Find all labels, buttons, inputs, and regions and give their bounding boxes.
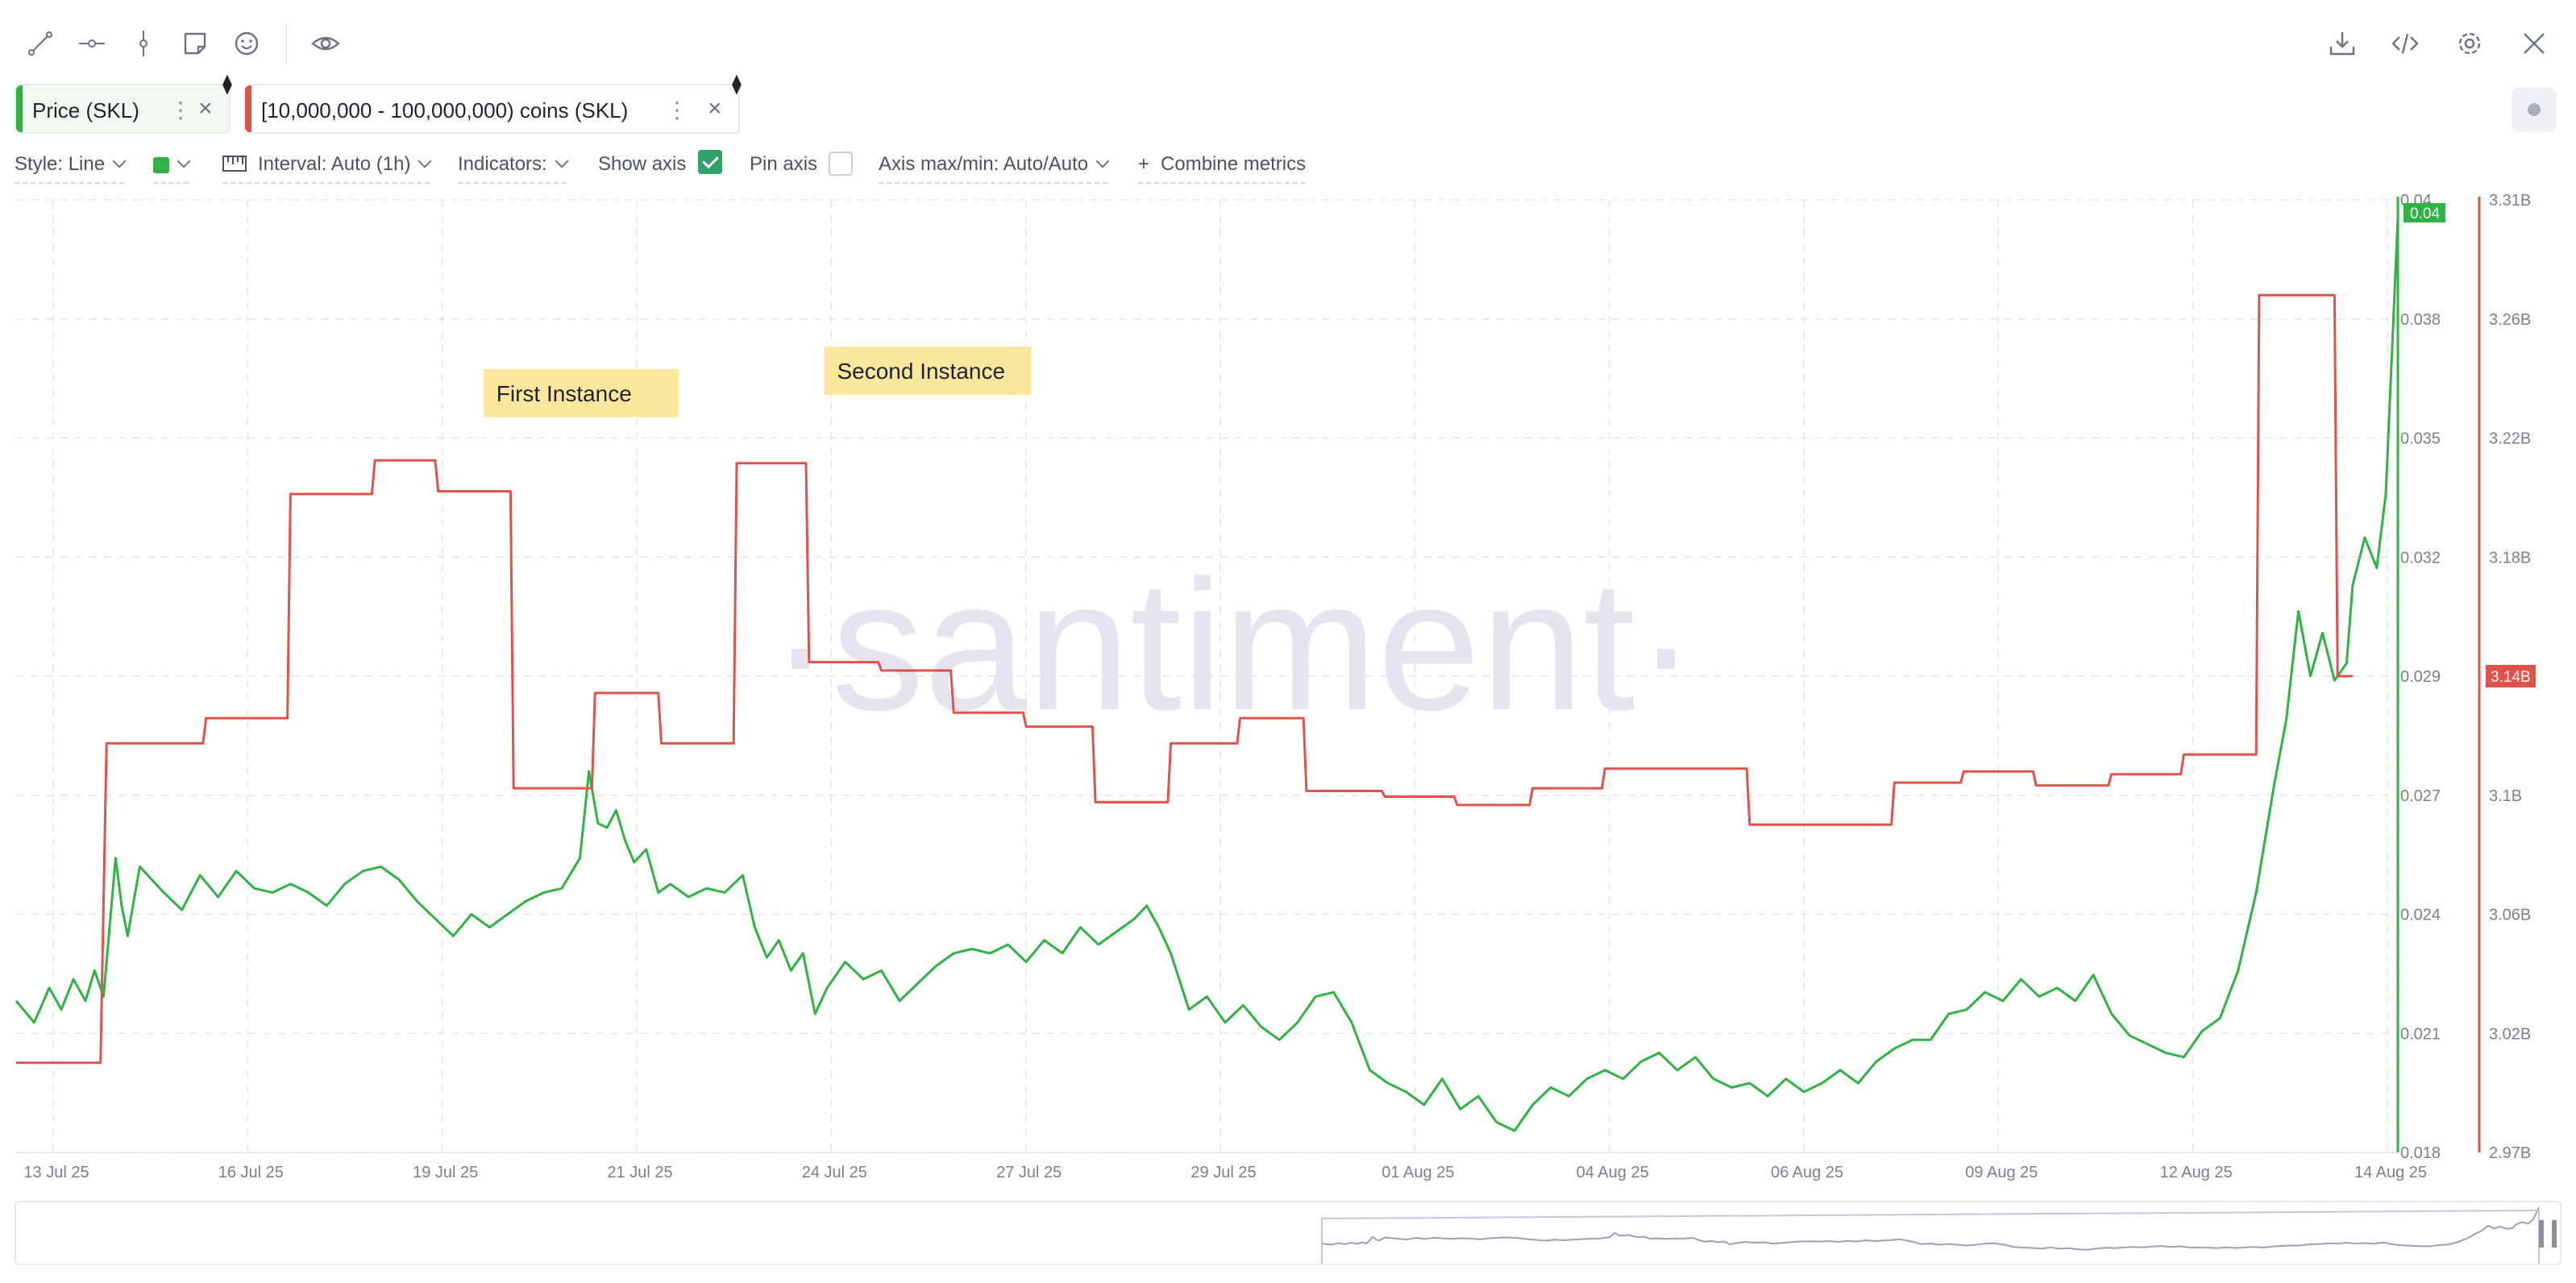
- download-icon[interactable]: [2326, 27, 2358, 60]
- left-axis-tick: 0.027: [2400, 787, 2441, 805]
- svg-text:0.04: 0.04: [2410, 206, 2440, 222]
- emoji-icon[interactable]: [231, 27, 263, 60]
- vertical-line-icon[interactable]: [127, 27, 160, 60]
- navigator-handle-right[interactable]: [2552, 1220, 2557, 1248]
- color-swatch: [153, 156, 169, 173]
- left-axis-tick: 0.021: [2400, 1025, 2441, 1043]
- line-tool-icon[interactable]: [24, 27, 56, 60]
- metric-label: [10,000,000 - 100,000,000) coins (SKL): [261, 98, 629, 122]
- pin-axis-label: Pin axis: [750, 153, 818, 175]
- show-axis-checkbox[interactable]: [698, 150, 722, 174]
- indicators-label: Indicators:: [458, 153, 547, 175]
- color-dropdown[interactable]: [153, 153, 191, 184]
- record-button[interactable]: [2512, 87, 2557, 132]
- annotation-label[interactable]: First Instance: [483, 368, 679, 417]
- axis-minmax-dropdown[interactable]: Axis max/min: Auto/Auto: [879, 153, 1110, 184]
- record-dot-icon: [2528, 103, 2541, 116]
- x-axis-tick: 24 Jul 25: [802, 1164, 867, 1181]
- interval-dropdown[interactable]: Interval: Auto (1h): [222, 153, 432, 184]
- chevron-down-icon: [112, 154, 127, 168]
- x-axis-tick: 12 Aug 25: [2160, 1164, 2233, 1181]
- right-axis-tick: 3.18B: [2489, 549, 2531, 567]
- watermark: ·santiment·: [770, 542, 1697, 749]
- remove-metric-icon[interactable]: ×: [708, 95, 722, 122]
- chevron-down-icon: [555, 154, 569, 168]
- ruler-icon: [222, 156, 247, 172]
- embed-code-icon[interactable]: [2389, 27, 2421, 60]
- left-axis-tick: 0.029: [2400, 668, 2441, 686]
- navigator-handle-left[interactable]: [2539, 1220, 2544, 1248]
- more-options-icon[interactable]: ⋮: [666, 97, 688, 123]
- remove-metric-icon[interactable]: ×: [198, 95, 213, 122]
- left-axis-tick: 0.024: [2400, 907, 2441, 924]
- style-dropdown[interactable]: Style: Line: [15, 153, 127, 184]
- chart-canvas[interactable]: ·santiment· 0.04 3.31B 0.038 3.26B 0.035 3.22…: [0, 185, 2576, 1197]
- more-options-icon[interactable]: ⋮: [169, 97, 192, 123]
- metric-chip-coins[interactable]: [10,000,000 - 100,000,000) coins (SKL) ⋮…: [243, 73, 742, 134]
- ethereum-icon: ⧫: [222, 73, 232, 95]
- metric-color-bar: [16, 85, 23, 132]
- x-axis-tick: 16 Jul 25: [218, 1164, 284, 1181]
- pin-axis-checkbox[interactable]: [829, 152, 853, 176]
- metric-color-bar: [245, 85, 251, 132]
- x-axis-tick: 01 Aug 25: [1381, 1164, 1454, 1181]
- pin-axis-toggle[interactable]: Pin axis: [750, 153, 817, 176]
- interval-label: Interval: Auto (1h): [258, 153, 411, 175]
- range-navigator[interactable]: [15, 1201, 2561, 1265]
- right-axis-tick: 3.22B: [2489, 430, 2531, 448]
- x-axis-tick: 13 Jul 25: [23, 1164, 89, 1181]
- right-axis-tick: 2.97B: [2489, 1144, 2531, 1162]
- combine-metrics-label: Combine metrics: [1161, 153, 1307, 175]
- left-axis-tick: 0.038: [2400, 311, 2441, 329]
- x-axis-tick: 06 Aug 25: [1771, 1164, 1843, 1181]
- right-axis-tick: 3.1B: [2489, 787, 2522, 805]
- x-axis-tick: 04 Aug 25: [1577, 1164, 1649, 1181]
- annotation-label[interactable]: Second Instance: [824, 347, 1032, 396]
- chart-settings-row: Style: Line Interval: Auto (1h) Indicato…: [0, 150, 1370, 184]
- metric-label: Price (SKL): [32, 98, 139, 122]
- navigator-line: [1321, 1206, 2540, 1251]
- left-axis-tick: 0.032: [2400, 549, 2441, 567]
- left-axis-tick: 0.018: [2400, 1144, 2441, 1162]
- svg-text:First Instance: First Instance: [497, 381, 632, 406]
- eye-icon[interactable]: [310, 27, 342, 60]
- indicators-dropdown[interactable]: Indicators:: [458, 153, 569, 184]
- chart-toolbar: [0, 0, 2576, 81]
- x-axis-tick: 21 Jul 25: [607, 1164, 672, 1181]
- x-axis-tick: 19 Jul 25: [413, 1164, 478, 1181]
- x-axis-tick: 27 Jul 25: [996, 1164, 1062, 1181]
- svg-text:3.14B: 3.14B: [2491, 669, 2531, 686]
- ethereum-icon: ⧫: [732, 73, 742, 95]
- x-axis-tick: 14 Aug 25: [2354, 1164, 2427, 1181]
- right-axis-tick: 3.06B: [2489, 907, 2531, 924]
- axis-minmax-label: Axis max/min: Auto/Auto: [879, 153, 1089, 175]
- close-icon[interactable]: [2518, 27, 2550, 60]
- toolbar-divider: [285, 24, 287, 64]
- x-axis-tick: 29 Jul 25: [1190, 1164, 1256, 1181]
- show-axis-label: Show axis: [598, 153, 687, 175]
- coins-current-badge: 3.14B: [2486, 665, 2536, 687]
- svg-text:Second Instance: Second Instance: [837, 359, 1005, 384]
- right-axis-tick: 3.31B: [2489, 192, 2531, 210]
- style-label: Style: Line: [15, 153, 106, 175]
- plus-icon: +: [1138, 153, 1150, 175]
- right-axis-tick: 3.26B: [2489, 311, 2531, 329]
- chevron-down-icon: [418, 154, 432, 168]
- show-axis-toggle[interactable]: Show axis: [598, 153, 686, 176]
- horizontal-ray-icon[interactable]: [76, 27, 108, 60]
- annotations-layer: First Instance Second Instance: [483, 347, 1032, 417]
- chevron-down-icon: [177, 154, 191, 168]
- left-axis-tick: 0.035: [2400, 430, 2441, 448]
- metric-chip-price[interactable]: Price (SKL) ⋮ × ⧫: [15, 73, 232, 134]
- right-axis-tick: 3.02B: [2489, 1025, 2531, 1043]
- note-icon[interactable]: [179, 27, 211, 60]
- chevron-down-icon: [1095, 154, 1110, 168]
- combine-metrics-button[interactable]: + Combine metrics: [1138, 153, 1307, 184]
- x-axis-tick: 09 Aug 25: [1965, 1164, 2038, 1181]
- settings-gear-icon[interactable]: [2453, 27, 2486, 60]
- price-current-badge: 0.04: [2404, 203, 2445, 222]
- navigator-preview: [1321, 1206, 2557, 1264]
